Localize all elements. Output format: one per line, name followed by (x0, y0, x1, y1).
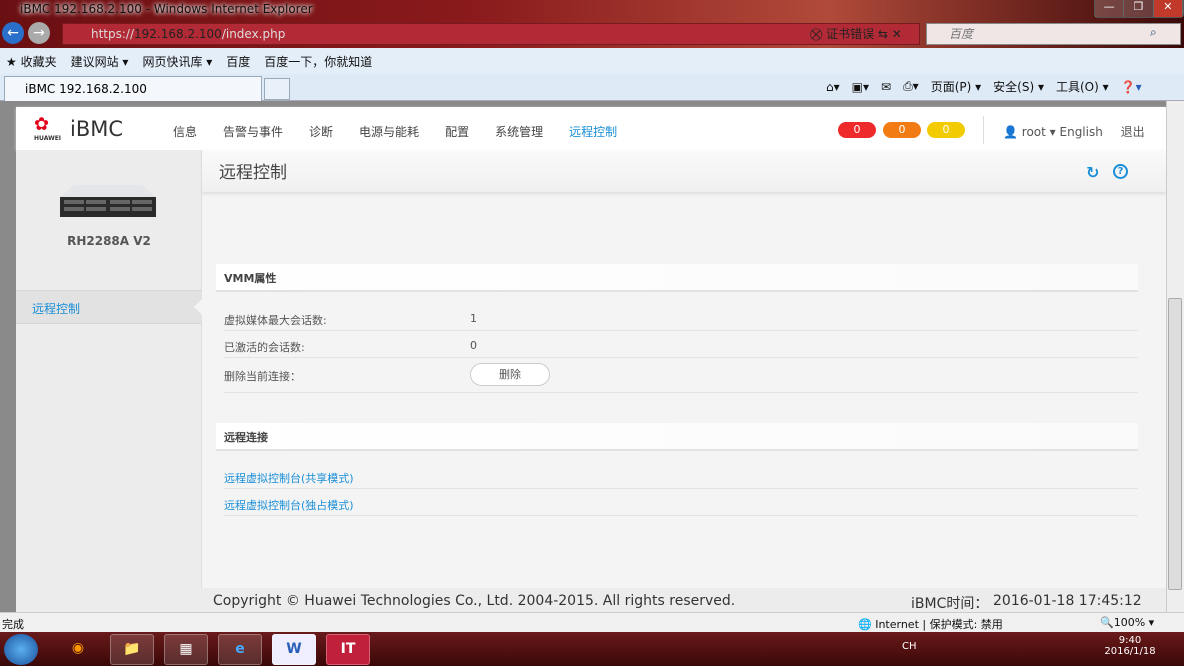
command-bar: ⌂▾ ▣▾ ✉ ⎙▾ 页面(P) ▾ 安全(S) ▾ 工具(O) ▾ ❓▾ (826, 78, 1142, 95)
critical-alarm-badge[interactable]: 0 (838, 122, 876, 138)
app-name: iBMC (70, 117, 124, 141)
page-title: 远程控制 (202, 150, 1166, 192)
minor-alarm-badge[interactable]: 0 (927, 122, 965, 138)
help-icon[interactable]: ❓▾ (1121, 80, 1142, 94)
favorites-button[interactable]: ★ 收藏夹 (6, 53, 57, 70)
server-model: RH2288A V2 (67, 234, 151, 248)
url-path: /index.php (221, 27, 286, 41)
logout-link[interactable]: 退出 (1121, 125, 1145, 139)
row-value: 1 (470, 312, 477, 325)
print-icon[interactable]: ⎙▾ (903, 79, 919, 94)
vmm-row: 删除当前连接： (224, 358, 1138, 393)
certificate-error[interactable]: ⛒ 证书错误 ⇆ ✕ (810, 25, 902, 42)
fav-baidu[interactable]: 百度 (226, 53, 250, 70)
nav-info[interactable]: 信息 (173, 123, 197, 140)
clock-date: 2016/1/18 (1104, 646, 1156, 657)
taskbar-app-icon[interactable]: ◉ (56, 634, 100, 665)
refresh-icon[interactable]: ↻ (1086, 163, 1099, 182)
restore-button[interactable]: ❐ (1124, 0, 1154, 17)
ibmc-time: 2016-01-18 17:45:12 (993, 593, 1142, 609)
back-button[interactable]: ← (2, 22, 24, 44)
server-image (60, 185, 156, 217)
vmm-section-header: VMM属性 (216, 264, 1138, 292)
zoom-value: 100% (1113, 616, 1146, 629)
page-menu[interactable]: 页面(P) ▾ (931, 78, 981, 95)
zoom-level[interactable]: 🔍100% ▾ (1100, 616, 1154, 629)
language-switch[interactable]: English (1060, 125, 1103, 139)
cert-error-label: 证书错误 (826, 27, 875, 41)
row-label: 虚拟媒体最大会话数: (224, 314, 327, 327)
address-bar[interactable]: https://192.168.2.100/index.php (62, 23, 920, 45)
link-shared-console[interactable]: 远程虚拟控制台(共享模式) (224, 462, 1138, 489)
user-menu[interactable]: root (1022, 125, 1046, 139)
it-app-taskbar-icon[interactable]: IT (326, 634, 370, 665)
browser-tab[interactable]: iBMC 192.168.2.100 (4, 76, 262, 101)
vmm-row: 已激活的会话数: 0 (224, 331, 1138, 358)
forward-button[interactable]: → (28, 22, 50, 44)
user-icon: 👤 (1003, 125, 1018, 139)
search-icon[interactable]: ⌕ (1150, 25, 1157, 40)
remote-section-header: 远程连接 (216, 423, 1138, 451)
word-taskbar-icon[interactable]: W (272, 634, 316, 665)
status-bar: 完成 🌐 Internet | 保护模式: 禁用 🔍100% ▾ (0, 612, 1184, 632)
tools-menu[interactable]: 工具(O) ▾ (1056, 78, 1109, 95)
active-indicator (194, 299, 202, 315)
clock-time: 9:40 (1118, 635, 1142, 646)
explorer-taskbar-icon[interactable]: 📁 (110, 634, 154, 665)
nav-power[interactable]: 电源与能耗 (359, 123, 419, 140)
window-controls: — ❐ ✕ (1094, 0, 1184, 18)
delete-button[interactable]: 删除 (470, 363, 550, 386)
stop-icon[interactable]: ✕ (892, 27, 902, 41)
nav-diagnostics[interactable]: 诊断 (309, 123, 333, 140)
favorites-label: 收藏夹 (20, 54, 57, 69)
safety-menu[interactable]: 安全(S) ▾ (993, 78, 1044, 95)
nav-remote-control[interactable]: 远程控制 (569, 123, 617, 140)
ibmc-time-label: iBMC时间： (911, 596, 989, 612)
rss-icon[interactable]: ▣▾ (852, 80, 869, 94)
security-zone: 🌐 Internet | 保护模式: 禁用 (858, 618, 1003, 631)
ie-taskbar-icon[interactable]: e (218, 634, 262, 665)
nav-alarms[interactable]: 告警与事件 (223, 123, 283, 140)
start-button[interactable] (4, 634, 38, 665)
link-exclusive-console[interactable]: 远程虚拟控制台(独占模式) (224, 489, 1138, 516)
shield-error-icon: ⛒ (810, 27, 827, 41)
status-text: 完成 (2, 618, 24, 631)
row-label: 已激活的会话数: (224, 341, 305, 354)
close-button[interactable]: ✕ (1153, 0, 1183, 17)
help-icon[interactable]: ? (1113, 164, 1128, 179)
vmm-row: 虚拟媒体最大会话数: 1 (224, 304, 1138, 331)
url-host: 192.168.2.100 (134, 27, 222, 41)
favorites-bar: ★ 收藏夹 建议网站 ▾ 网页快讯库 ▾ 百度 百度一下，你就知道 (0, 48, 1184, 74)
scrollbar-thumb[interactable] (1168, 298, 1182, 590)
input-language[interactable]: CH (902, 641, 917, 652)
url-scheme: https:// (91, 27, 135, 41)
window-title: iBMC 192.168.2.100 - Windows Internet Ex… (20, 2, 313, 16)
sidebar-item-remote-control[interactable]: 远程控制 (16, 290, 202, 324)
zone-label: Internet | 保护模式: 禁用 (875, 618, 1003, 631)
control-panel-taskbar-icon[interactable]: ▦ (164, 634, 208, 665)
row-value: 0 (470, 339, 477, 352)
major-alarm-badge[interactable]: 0 (883, 122, 921, 138)
nav-config[interactable]: 配置 (445, 123, 469, 140)
fav-web-slice[interactable]: 网页快讯库 ▾ (142, 53, 212, 70)
row-label: 删除当前连接： (224, 370, 301, 383)
fav-baidu-search[interactable]: 百度一下，你就知道 (264, 53, 372, 70)
copyright: Copyright © Huawei Technologies Co., Ltd… (213, 593, 736, 609)
mail-icon[interactable]: ✉ (881, 80, 891, 94)
new-tab-button[interactable] (264, 78, 290, 100)
divider (983, 116, 984, 144)
footer: Copyright © Huawei Technologies Co., Ltd… (16, 588, 1166, 612)
nav-system[interactable]: 系统管理 (495, 123, 543, 140)
user-area: 👤 root ▾ English 退出 (1003, 125, 1145, 139)
minimize-button[interactable]: — (1095, 0, 1125, 17)
main-nav: 信息 告警与事件 诊断 电源与能耗 配置 系统管理 远程控制 (173, 123, 643, 140)
refresh-icon[interactable]: ⇆ (878, 27, 888, 41)
home-icon[interactable]: ⌂▾ (826, 80, 840, 94)
huawei-logo-icon: ✿ HUAWEI (34, 114, 62, 142)
clock[interactable]: 9:40 2016/1/18 (1100, 635, 1160, 657)
fav-suggested-sites[interactable]: 建议网站 ▾ (71, 53, 129, 70)
search-input[interactable]: 百度 (926, 23, 1181, 45)
